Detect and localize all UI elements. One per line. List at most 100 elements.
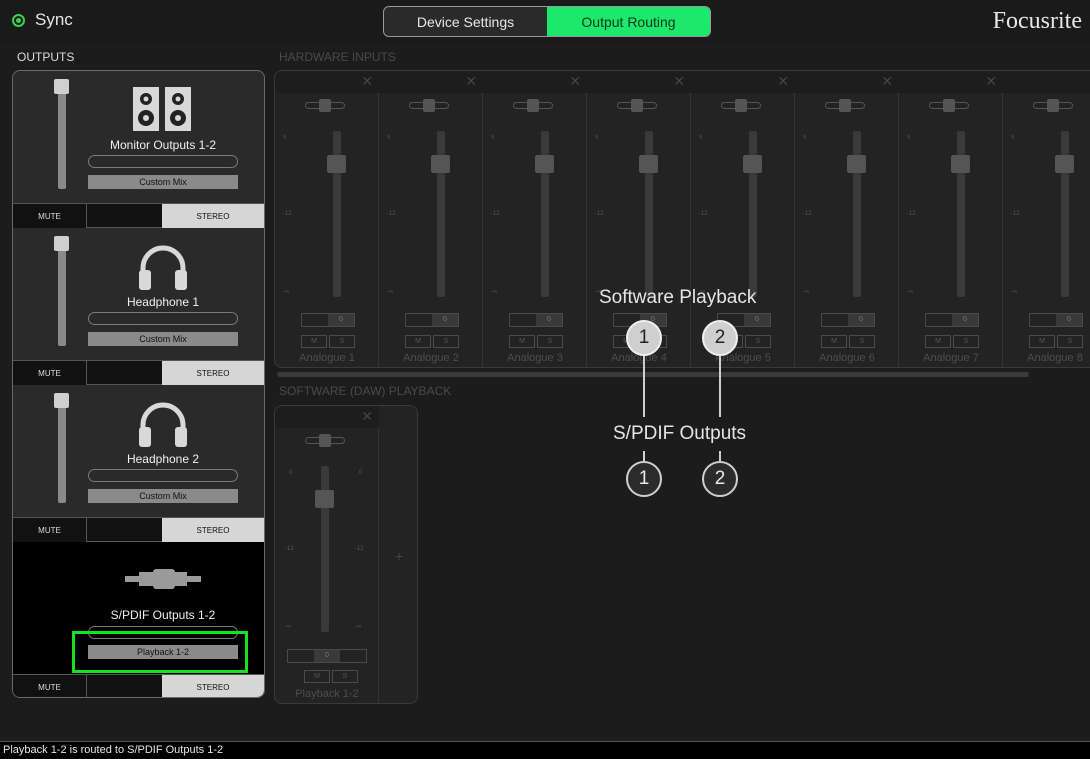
switch-center[interactable]: 0 [952,314,978,326]
fader-knob[interactable] [431,155,450,173]
close-icon[interactable]: ✕ [361,73,373,90]
switch-left[interactable] [288,650,314,662]
solo-toggle[interactable]: S [745,335,771,348]
pan-knob[interactable] [423,99,435,112]
close-icon[interactable]: ✕ [569,73,581,90]
pan-width-switch[interactable]: 0 [925,313,979,327]
stereo-button[interactable]: STEREO [162,518,264,542]
switch-left[interactable] [926,314,952,326]
pan-knob[interactable] [631,99,643,112]
pan-width-switch[interactable]: 0 [821,313,875,327]
switch-center[interactable]: 0 [432,314,458,326]
horizontal-scrollbar[interactable] [277,372,1029,377]
close-icon[interactable]: ✕ [465,73,477,90]
switch-left[interactable] [1030,314,1056,326]
close-icon[interactable]: ✕ [881,73,893,90]
switch-center[interactable]: 0 [848,314,874,326]
volume-slider[interactable] [54,393,69,503]
mute-toggle[interactable]: M [405,335,431,348]
switch-center[interactable]: 0 [328,314,354,326]
fader-knob[interactable] [1055,155,1074,173]
channel-name: Analogue 2 [403,352,459,364]
pan-knob[interactable] [943,99,955,112]
pan-knob[interactable] [527,99,539,112]
pan-control[interactable] [929,99,969,112]
pan-knob[interactable] [735,99,747,112]
mute-button[interactable]: MUTE [13,675,87,697]
mute-toggle[interactable]: M [304,670,330,683]
tab-output-routing[interactable]: Output Routing [547,7,710,36]
fader-knob[interactable] [743,155,762,173]
stereo-button[interactable]: STEREO [162,204,264,228]
close-icon[interactable]: ✕ [361,408,373,425]
add-channel-icon[interactable]: + [395,548,403,564]
output-spdif[interactable]: S/PDIF Outputs 1-2 Playback 1-2 MUTE STE… [13,542,264,697]
mute-button[interactable]: MUTE [13,204,87,228]
output-headphone-2[interactable]: Headphone 2 Custom Mix MUTE STEREO [13,385,264,542]
switch-left[interactable] [822,314,848,326]
mute-toggle[interactable]: M [1029,335,1055,348]
pan-width-switch[interactable]: 0 [287,649,367,663]
fader-knob[interactable] [327,155,346,173]
pan-width-switch[interactable]: 0 [1029,313,1083,327]
solo-toggle[interactable]: S [849,335,875,348]
tab-device-settings[interactable]: Device Settings [384,7,547,36]
output-monitor[interactable]: Monitor Outputs 1-2 Custom Mix MUTE STER… [13,71,264,228]
output-buttons: MUTE STEREO [13,203,264,228]
mute-toggle[interactable]: M [301,335,327,348]
switch-right[interactable] [340,650,366,662]
close-icon[interactable]: ✕ [673,73,685,90]
switch-center[interactable]: 0 [1056,314,1082,326]
switch-left[interactable] [406,314,432,326]
pan-knob[interactable] [319,434,331,447]
fader-knob[interactable] [639,155,658,173]
mix-selector[interactable]: Custom Mix [88,332,238,346]
switch-center[interactable]: 0 [744,314,770,326]
stereo-button[interactable]: STEREO [162,361,264,385]
pan-control[interactable] [721,99,761,112]
solo-toggle[interactable]: S [953,335,979,348]
solo-toggle[interactable]: S [332,670,358,683]
fader-knob[interactable] [847,155,866,173]
solo-toggle[interactable]: S [329,335,355,348]
pan-control[interactable] [409,99,449,112]
switch-center[interactable]: 0 [536,314,562,326]
pan-width-switch[interactable]: 0 [301,313,355,327]
solo-toggle[interactable]: S [537,335,563,348]
pan-control[interactable] [1033,99,1073,112]
pan-control[interactable] [305,99,345,112]
volume-slider[interactable] [54,79,69,189]
switch-left[interactable] [510,314,536,326]
pan-control[interactable] [825,99,865,112]
volume-knob[interactable] [54,79,69,94]
volume-knob[interactable] [54,236,69,251]
mute-toggle[interactable]: M [509,335,535,348]
volume-knob[interactable] [54,393,69,408]
close-icon[interactable]: ✕ [777,73,789,90]
pan-knob[interactable] [839,99,851,112]
switch-left[interactable] [302,314,328,326]
pan-width-switch[interactable]: 0 [509,313,563,327]
pan-control[interactable] [513,99,553,112]
pan-knob[interactable] [1047,99,1059,112]
mute-toggle[interactable]: M [821,335,847,348]
solo-toggle[interactable]: S [433,335,459,348]
volume-slider[interactable] [54,236,69,346]
mix-selector[interactable]: Custom Mix [88,489,238,503]
switch-center[interactable]: 0 [314,650,340,662]
solo-toggle[interactable]: S [1057,335,1083,348]
fader-knob[interactable] [315,490,334,508]
fader-knob[interactable] [535,155,554,173]
mute-button[interactable]: MUTE [13,518,87,542]
pan-control[interactable] [305,434,345,447]
fader-knob[interactable] [951,155,970,173]
pan-knob[interactable] [319,99,331,112]
mix-selector[interactable]: Custom Mix [88,175,238,189]
mute-toggle[interactable]: M [925,335,951,348]
output-headphone-1[interactable]: Headphone 1 Custom Mix MUTE STEREO [13,228,264,385]
pan-width-switch[interactable]: 0 [405,313,459,327]
stereo-button[interactable]: STEREO [162,675,264,697]
mute-button[interactable]: MUTE [13,361,87,385]
pan-control[interactable] [617,99,657,112]
close-icon[interactable]: ✕ [985,73,997,90]
